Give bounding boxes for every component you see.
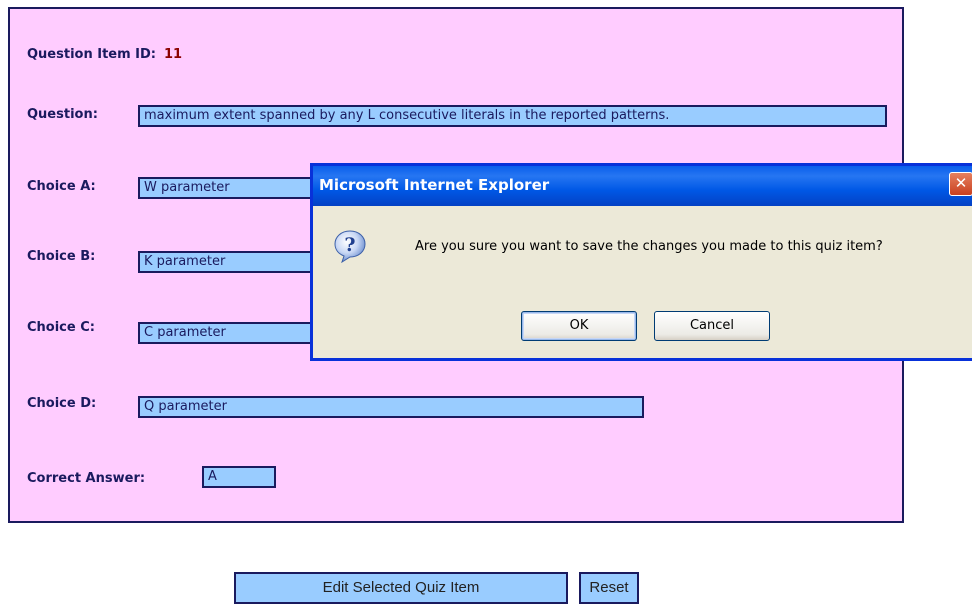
ok-button[interactable]: OK (521, 311, 637, 341)
question-icon-glyph: ? (344, 234, 355, 256)
choice-d-input[interactable]: Q parameter (138, 396, 644, 418)
question-icon: ? (333, 229, 367, 264)
choice-b-label: Choice B: (27, 249, 96, 264)
edit-selected-quiz-item-button[interactable]: Edit Selected Quiz Item (234, 572, 568, 604)
item-id-value: 11 (164, 47, 183, 62)
dialog-title-bar[interactable]: Microsoft Internet Explorer ✕ (313, 166, 972, 206)
dialog-title: Microsoft Internet Explorer (319, 176, 550, 194)
item-id-row: Question Item ID: 11 (27, 47, 182, 62)
question-label: Question: (27, 107, 98, 122)
item-id-label: Question Item ID: (27, 47, 157, 62)
confirm-dialog: Microsoft Internet Explorer ✕ ? Are you … (310, 163, 972, 361)
dialog-message: Are you sure you want to save the change… (415, 239, 883, 254)
correct-answer-label: Correct Answer: (27, 471, 146, 486)
cancel-button[interactable]: Cancel (654, 311, 770, 341)
choice-d-label: Choice D: (27, 396, 97, 411)
close-icon[interactable]: ✕ (949, 172, 972, 196)
correct-answer-input[interactable]: A (202, 466, 276, 488)
choice-a-label: Choice A: (27, 179, 96, 194)
reset-button[interactable]: Reset (579, 572, 639, 604)
question-input[interactable]: maximum extent spanned by any L consecut… (138, 105, 887, 127)
choice-c-label: Choice C: (27, 320, 95, 335)
